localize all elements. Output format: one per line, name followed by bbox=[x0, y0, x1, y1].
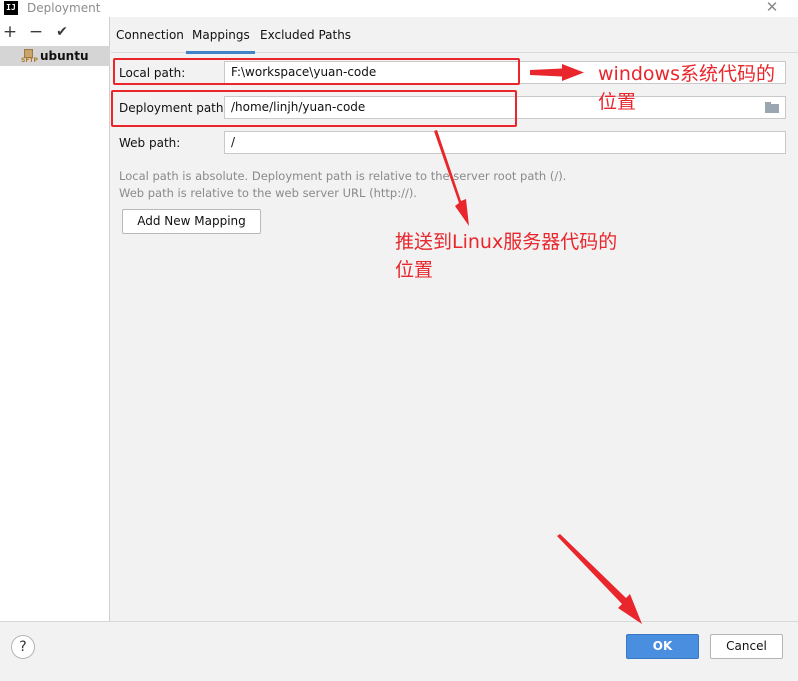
annotation-linux-line2: 位置 bbox=[395, 259, 434, 281]
sftp-server-icon: SFTP bbox=[21, 49, 38, 64]
deployment-dialog: IJ Deployment ✕ + − ✔ SFTP ubuntu Connec… bbox=[0, 0, 798, 681]
tab-mappings[interactable]: Mappings bbox=[186, 17, 255, 54]
dialog-footer: ? OK Cancel bbox=[0, 621, 798, 681]
tab-connection[interactable]: Connection bbox=[116, 17, 184, 53]
intellij-app-icon: IJ bbox=[4, 1, 18, 15]
annotation-windows-line1: windows系统代码的 bbox=[598, 63, 775, 85]
close-icon[interactable]: ✕ bbox=[764, 0, 780, 15]
annotation-linux-line1: 推送到Linux服务器代码的 bbox=[395, 231, 618, 253]
ok-button[interactable]: OK bbox=[626, 634, 699, 659]
folder-icon[interactable] bbox=[765, 102, 779, 113]
server-list-sidebar: + − ✔ SFTP ubuntu bbox=[0, 17, 110, 621]
add-new-mapping-button[interactable]: Add New Mapping bbox=[122, 209, 261, 234]
web-path-input[interactable]: / bbox=[224, 131, 786, 154]
web-path-label: Web path: bbox=[119, 136, 181, 150]
server-name: ubuntu bbox=[40, 49, 89, 63]
tab-bar: Connection Mappings Excluded Paths bbox=[111, 17, 798, 54]
cancel-button[interactable]: Cancel bbox=[710, 634, 783, 659]
add-server-icon[interactable]: + bbox=[2, 22, 18, 42]
help-question-icon[interactable]: ? bbox=[11, 635, 35, 659]
title-bar: IJ Deployment ✕ bbox=[0, 0, 798, 17]
path-help-text-2: Web path is relative to the web server U… bbox=[119, 186, 417, 200]
sidebar-toolbar: + − ✔ bbox=[0, 22, 110, 42]
set-default-check-icon[interactable]: ✔ bbox=[54, 22, 70, 42]
path-help-text-1: Local path is absolute. Deployment path … bbox=[119, 169, 567, 183]
annotation-windows-line2: 位置 bbox=[598, 91, 637, 113]
remove-server-icon[interactable]: − bbox=[28, 22, 44, 42]
server-item-ubuntu[interactable]: SFTP ubuntu bbox=[0, 46, 110, 66]
tab-excluded-paths[interactable]: Excluded Paths bbox=[260, 17, 351, 53]
window-title: Deployment bbox=[27, 1, 101, 15]
local-path-highlight-box bbox=[113, 58, 520, 85]
deployment-path-highlight-box bbox=[111, 90, 517, 127]
